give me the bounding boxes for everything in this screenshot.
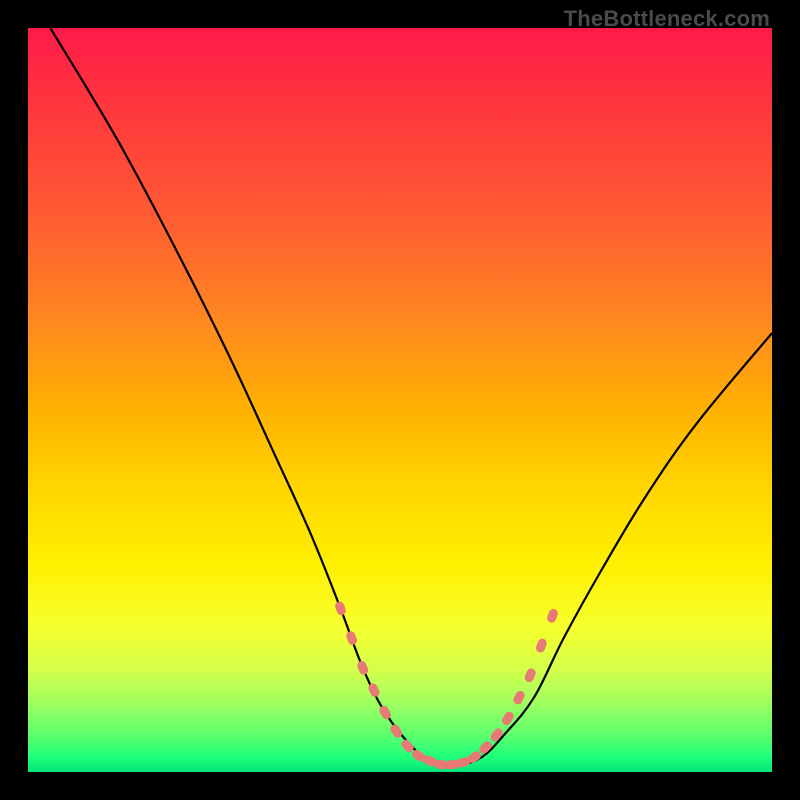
chart-svg (28, 28, 772, 772)
valley-marker (489, 727, 505, 744)
valley-marker (535, 637, 548, 653)
valley-marker-group (334, 600, 559, 770)
valley-marker (546, 608, 559, 624)
chart-frame: TheBottleneck.com (0, 0, 800, 800)
bottleneck-curve (50, 28, 772, 766)
valley-marker (512, 689, 526, 706)
valley-marker (523, 667, 537, 683)
valley-marker (367, 682, 381, 699)
valley-marker (356, 660, 370, 676)
valley-marker (334, 600, 347, 616)
watermark-text: TheBottleneck.com (564, 6, 770, 32)
valley-marker (389, 723, 404, 740)
chart-plot-area (28, 28, 772, 772)
valley-marker (345, 630, 358, 646)
